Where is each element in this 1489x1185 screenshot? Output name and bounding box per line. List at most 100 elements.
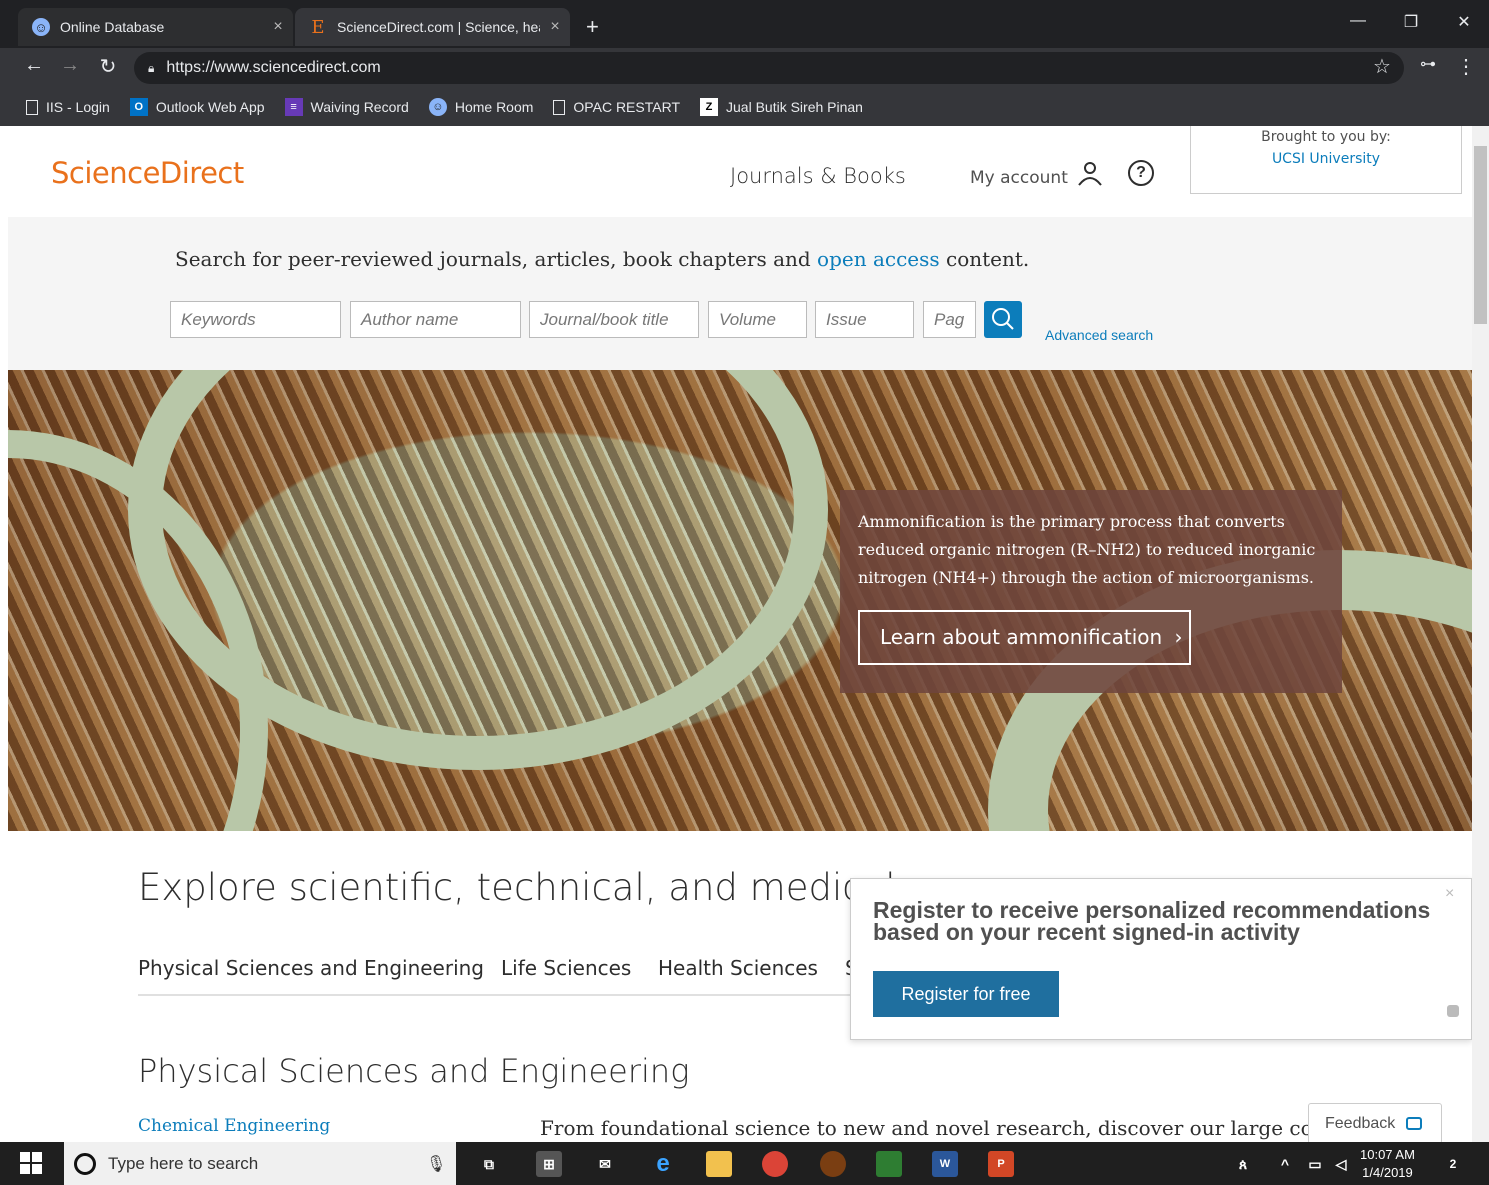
bookmark-iis-login[interactable]: IIS - Login xyxy=(26,99,110,115)
volume-muted-icon[interactable]: ◁ xyxy=(1328,1151,1354,1177)
bookmark-outlook[interactable]: O Outlook Web App xyxy=(129,98,265,116)
popup-message: Register to receive personalized recomme… xyxy=(873,897,1431,945)
scrollbar[interactable] xyxy=(1472,126,1489,1142)
volume-input[interactable]: Volume xyxy=(708,301,807,338)
url-text: https://www.sciencedirect.com xyxy=(166,59,381,76)
close-window-icon[interactable]: ✕ xyxy=(1444,12,1484,32)
incognito-icon[interactable]: ⊶ xyxy=(1414,54,1442,74)
feedback-label: Feedback xyxy=(1325,1115,1396,1132)
register-popup: × Register to receive personalized recom… xyxy=(850,878,1472,1040)
tab-online-database[interactable]: ☺ Online Database × xyxy=(18,8,293,46)
institution-link[interactable]: UCSI University xyxy=(1191,151,1461,167)
bookmark-waiving-record[interactable]: ≡ Waiving Record xyxy=(284,98,409,116)
restore-icon[interactable]: ❐ xyxy=(1391,12,1431,32)
my-account-label: My account xyxy=(970,168,1068,188)
powerpoint-icon[interactable]: P xyxy=(988,1151,1014,1177)
register-button[interactable]: Register for free xyxy=(873,971,1059,1017)
tray-chevron-icon[interactable]: ^ xyxy=(1272,1151,1298,1177)
bookmarks-bar: IIS - Login O Outlook Web App ≡ Waiving … xyxy=(0,88,1489,126)
elsevier-icon: E xyxy=(311,16,325,38)
list-icon: ≡ xyxy=(284,98,303,116)
menu-icon[interactable]: ⋮ xyxy=(1452,54,1480,79)
taskbar-clock[interactable]: 10:07 AM 1/4/2019 xyxy=(1360,1146,1415,1182)
browser-toolbar: ← → ↻ 🔒︎ https://www.sciencedirect.com ☆… xyxy=(0,48,1489,88)
scroll-thumb[interactable] xyxy=(1474,146,1487,324)
sciencedirect-logo[interactable]: ScienceDirect xyxy=(51,156,244,190)
mail-icon[interactable]: ✉ xyxy=(592,1151,618,1177)
close-tab-icon[interactable]: × xyxy=(540,18,570,36)
globe-icon: ☺ xyxy=(32,18,50,36)
notifications-icon[interactable]: 2 xyxy=(1440,1151,1466,1177)
taskbar-search-placeholder: Type here to search xyxy=(108,1153,259,1173)
new-tab-button[interactable]: + xyxy=(586,14,599,40)
task-view-icon[interactable]: ⧉ xyxy=(476,1151,502,1177)
windows-taskbar: Type here to search 🎙︎ ⧉ ⊞ ✉ e W P ጰ ^ ▭… xyxy=(0,1142,1489,1185)
hero-text: Ammonification is the primary process th… xyxy=(858,512,1316,587)
z-icon: Z xyxy=(700,98,718,116)
tab-title: Online Database xyxy=(60,19,165,35)
back-icon[interactable]: ← xyxy=(20,54,48,77)
feedback-button[interactable]: Feedback xyxy=(1308,1103,1442,1142)
section-heading: Physical Sciences and Engineering xyxy=(138,1052,690,1090)
tab-title: ScienceDirect.com | Science, heal xyxy=(337,19,540,35)
address-bar[interactable]: 🔒︎ https://www.sciencedirect.com xyxy=(134,52,1404,84)
word-icon[interactable]: W xyxy=(932,1151,958,1177)
bookmark-star-icon[interactable]: ☆ xyxy=(1368,54,1396,79)
lock-icon: 🔒︎ xyxy=(148,60,155,75)
bookmark-opac-restart[interactable]: OPAC RESTART xyxy=(553,99,680,115)
journal-title-input[interactable]: Journal/book title xyxy=(529,301,699,338)
chemical-engineering-link[interactable]: Chemical Engineering xyxy=(138,1116,330,1136)
user-icon xyxy=(1078,162,1102,186)
clock-date: 1/4/2019 xyxy=(1362,1165,1413,1180)
help-icon[interactable]: ? xyxy=(1128,160,1154,186)
author-input[interactable]: Author name xyxy=(350,301,521,338)
taskbar-search[interactable]: Type here to search 🎙︎ xyxy=(64,1142,456,1185)
parrot-app-icon[interactable] xyxy=(876,1151,902,1177)
open-access-link[interactable]: open access xyxy=(817,247,940,271)
brought-label: Brought to you by: xyxy=(1261,129,1391,145)
settings-icon[interactable] xyxy=(1447,1005,1459,1017)
app-icon[interactable] xyxy=(820,1151,846,1177)
network-icon[interactable]: ▭ xyxy=(1302,1151,1328,1177)
reload-icon[interactable]: ↻ xyxy=(94,54,122,79)
keywords-input[interactable]: Keywords xyxy=(170,301,341,338)
globe-icon: ☺ xyxy=(428,98,447,116)
edge-icon[interactable]: e xyxy=(650,1151,676,1177)
people-icon[interactable]: ጰ xyxy=(1230,1151,1256,1177)
file-explorer-icon[interactable] xyxy=(706,1151,732,1177)
explore-heading: Explore scientific, technical, and medic… xyxy=(138,866,923,909)
pages-input[interactable]: Pag xyxy=(923,301,976,338)
windows-start-icon[interactable] xyxy=(20,1152,42,1174)
my-account-link[interactable]: My account xyxy=(970,162,1104,188)
chevron-right-icon: › xyxy=(1174,625,1183,649)
tab-health-sciences[interactable]: Health Sciences xyxy=(658,956,818,980)
bookmark-jual-butik[interactable]: Z Jual Butik Sireh Pinan xyxy=(700,98,863,116)
collection-description: From foundational science to new and nov… xyxy=(540,1116,1375,1140)
page-icon xyxy=(26,99,38,115)
institution-box: Brought to you by: UCSI University xyxy=(1190,126,1462,194)
cortana-icon xyxy=(74,1152,96,1175)
notification-count: 2 xyxy=(1449,1157,1457,1171)
advanced-search-link[interactable]: Advanced search xyxy=(1045,327,1153,343)
chrome-icon[interactable] xyxy=(762,1151,788,1177)
bookmark-home-room[interactable]: ☺ Home Room xyxy=(428,98,533,116)
minimize-icon[interactable]: — xyxy=(1338,12,1378,30)
hero-card: Ammonification is the primary process th… xyxy=(840,490,1342,693)
chat-icon xyxy=(1405,1117,1422,1131)
issue-input[interactable]: Issue xyxy=(815,301,914,338)
page-icon xyxy=(553,99,566,115)
close-tab-icon[interactable]: × xyxy=(263,18,293,36)
clock-time: 10:07 AM xyxy=(1360,1147,1415,1162)
microphone-icon: 🎙︎ xyxy=(426,1155,447,1173)
forward-icon[interactable]: → xyxy=(56,54,84,77)
search-button[interactable] xyxy=(984,301,1022,338)
tab-physical-sciences[interactable]: Physical Sciences and Engineering xyxy=(138,956,484,980)
hero-button-label: Learn about ammonification xyxy=(880,625,1163,649)
learn-ammonification-button[interactable]: Learn about ammonification › xyxy=(858,610,1191,665)
journals-books-link[interactable]: Journals & Books xyxy=(730,164,906,188)
search-intro: Search for peer-reviewed journals, artic… xyxy=(175,247,1030,271)
tab-sciencedirect[interactable]: E ScienceDirect.com | Science, heal × xyxy=(295,8,570,46)
store-icon[interactable]: ⊞ xyxy=(536,1151,562,1177)
tab-life-sciences[interactable]: Life Sciences xyxy=(501,956,631,980)
browser-chrome: ☺ Online Database × E ScienceDirect.com … xyxy=(0,0,1489,126)
